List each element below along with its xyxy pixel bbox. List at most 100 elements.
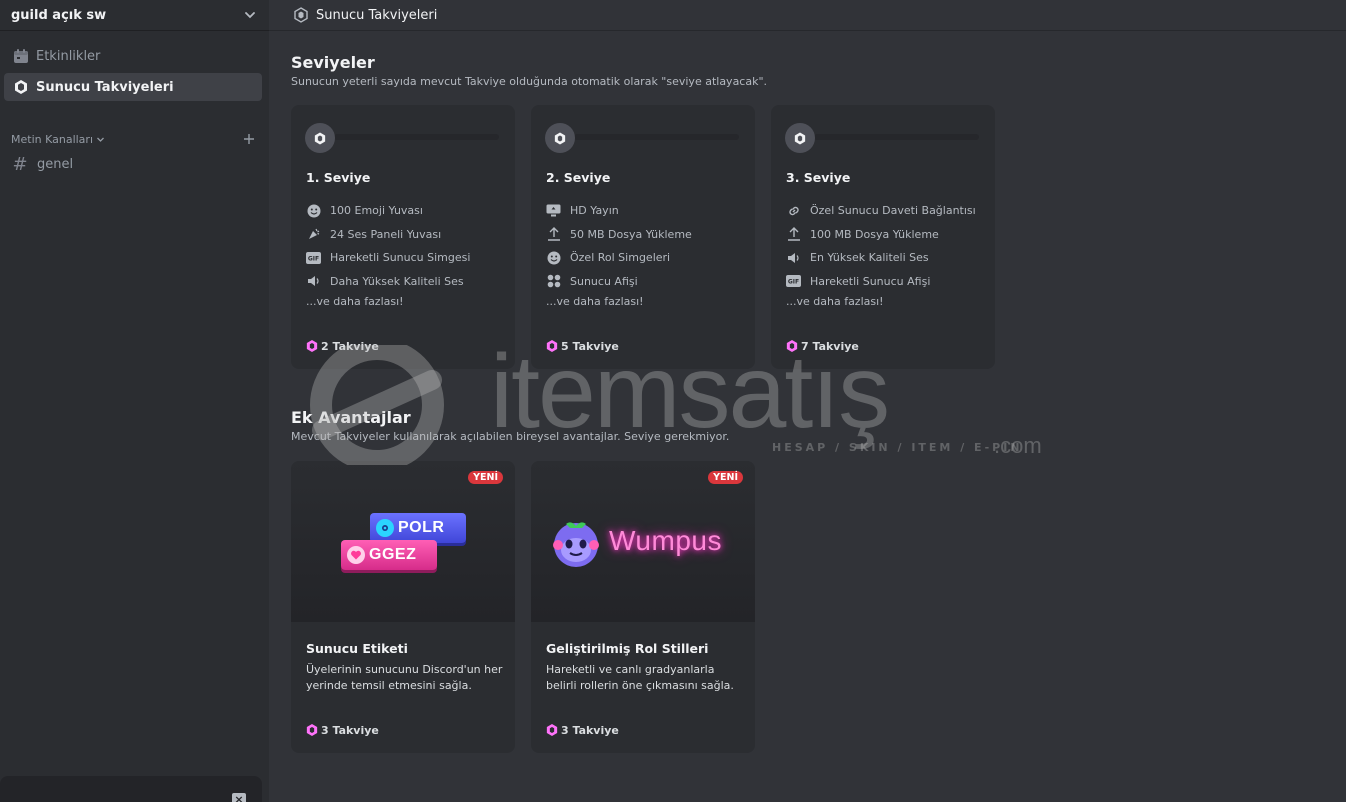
boost-gem-icon [314,132,326,144]
perk-more: ...ve daha fazlası! [306,295,404,308]
upload-icon [546,227,561,242]
category-text-channels[interactable]: Metin Kanalları [11,131,256,147]
perk-more: ...ve daha fazlası! [546,295,644,308]
perk-card-role-styles[interactable]: Wumpus YENİ Geliştirilmiş Rol Stilleri H… [531,461,755,753]
tiers-title: Seviyeler [291,53,375,72]
speaker-icon [306,274,321,289]
perk-item: GIF Hareketli Sunucu Afişi [786,274,931,289]
gif-icon: GIF [786,274,801,289]
perk-item: Özel Sunucu Daveti Bağlantısı [786,199,976,223]
guild-name: guild açık sw [11,7,107,23]
perk-item: 24 Ses Paneli Yuvası [306,223,470,247]
perk-card-server-tag[interactable]: POLR GGEZ YENİ Sunucu Etiketi Üyelerinin… [291,461,515,753]
boost-gem-icon [546,724,558,736]
tier-progress-line [814,134,979,140]
tier-card-2: 2. Seviye HD Yayın 50 MB Dosya Yükleme Ö… [531,105,755,369]
boost-gem-icon [786,340,798,352]
boost-gem-icon [546,340,558,352]
chevron-down-icon [245,12,255,19]
tier-progress-line [574,134,739,140]
link-icon [786,203,801,218]
close-icon[interactable]: × [232,793,246,802]
new-badge: YENİ [708,471,743,484]
user-panel [0,776,262,802]
tier-cost: 7 Takviye [786,339,859,353]
channel-name: genel [37,156,74,172]
perk-card-title: Geliştirilmiş Rol Stilleri [546,641,709,656]
new-badge: YENİ [468,471,503,484]
watermark-tagline: HESAP / SKIN / ITEM / E-PIN [772,441,1023,454]
grid-icon [546,274,561,289]
perk-card-description: Hareketli ve canlı gradyanlarla belirli … [546,663,734,692]
svg-text:GIF: GIF [308,255,319,262]
extras-description: Mevcut Takviyeler kullanılarak açılabile… [291,430,730,443]
boost-gem-icon [294,7,308,23]
server-tag-illustration: POLR GGEZ [291,461,515,622]
tiers-description: Sunucun yeterli sayıda mevcut Takviye ol… [291,75,768,88]
perk-list: 100 Emoji Yuvası 24 Ses Paneli Yuvası GI… [306,199,470,293]
sidebar-item-server-boosts[interactable]: Sunucu Takviyeleri [4,73,262,101]
tier-name: 3. Seviye [786,170,851,185]
emoji-icon [306,203,321,218]
svg-text:GIF: GIF [788,279,799,286]
chevron-down-icon [97,137,104,142]
hash-icon: # [12,153,28,175]
calendar-icon [12,47,30,65]
tier-badge [305,123,335,153]
perk-list: HD Yayın 50 MB Dosya Yükleme Özel Rol Si… [546,199,692,293]
extras-title: Ek Avantajlar [291,408,411,427]
channel-item-genel[interactable]: # genel [4,151,262,177]
perk-card-title: Sunucu Etiketi [306,641,408,656]
sidebar-item-label: Etkinlikler [36,48,101,64]
tier-progress-line [334,134,499,140]
boost-gem-icon [12,78,30,96]
tier-badge [545,123,575,153]
tag-ggez: GGEZ [341,540,437,570]
boost-gem-icon [794,132,806,144]
screen-share-icon [546,203,561,218]
tier-cost: 5 Takviye [546,339,619,353]
page-title: Sunucu Takviyeleri [316,7,438,23]
sidebar-item-events[interactable]: Etkinlikler [4,42,262,70]
heart-icon [347,546,365,564]
sidebar-item-label: Sunucu Takviyeleri [36,79,174,95]
channel-sidebar: guild açık sw Etkinlikler Sunucu Takviye… [0,0,269,802]
perk-card-description: Üyelerinin sunucunu Discord'un her yerin… [306,663,503,692]
wumpus-avatar-icon [553,522,599,567]
tier-name: 1. Seviye [306,170,371,185]
role-styles-illustration: Wumpus [531,461,755,622]
boost-gem-icon [554,132,566,144]
perk-item: Özel Rol Simgeleri [546,246,692,270]
boost-gem-icon [306,340,318,352]
gif-icon: GIF [306,250,321,265]
tag-polr: POLR [370,513,466,543]
emoji-icon [546,250,561,265]
tier-cost: 2 Takviye [306,339,379,353]
page-header: Sunucu Takviyeleri [269,0,1346,31]
perk-item: GIF Hareketli Sunucu Simgesi [306,250,471,265]
tier-name: 2. Seviye [546,170,611,185]
perk-card-cost: 3 Takviye [306,723,379,737]
watermark-tld: .com [994,433,1042,458]
soundboard-icon [306,227,321,242]
category-label: Metin Kanalları [11,132,94,146]
perk-item: 50 MB Dosya Yükleme [546,223,692,247]
perk-item: 100 Emoji Yuvası [306,199,470,223]
perk-item: 100 MB Dosya Yükleme [786,223,976,247]
perk-item: En Yüksek Kaliteli Ses [786,246,976,270]
gear-icon [376,519,394,537]
guild-header[interactable]: guild açık sw [0,0,269,31]
wumpus-gradient-text: Wumpus [609,525,722,556]
perk-more: ...ve daha fazlası! [786,295,884,308]
tier-badge [785,123,815,153]
perk-item: Daha Yüksek Kaliteli Ses [306,270,470,294]
boost-gem-icon [306,724,318,736]
tier-card-1: 1. Seviye 100 Emoji Yuvası 24 Ses Paneli… [291,105,515,369]
perk-item: Sunucu Afişi [546,270,692,294]
add-channel-icon[interactable] [242,132,256,146]
upload-icon [786,227,801,242]
tier-card-3: 3. Seviye Özel Sunucu Daveti Bağlantısı … [771,105,995,369]
perk-card-cost: 3 Takviye [546,723,619,737]
perk-list: Özel Sunucu Daveti Bağlantısı 100 MB Dos… [786,199,976,293]
speaker-icon [786,250,801,265]
